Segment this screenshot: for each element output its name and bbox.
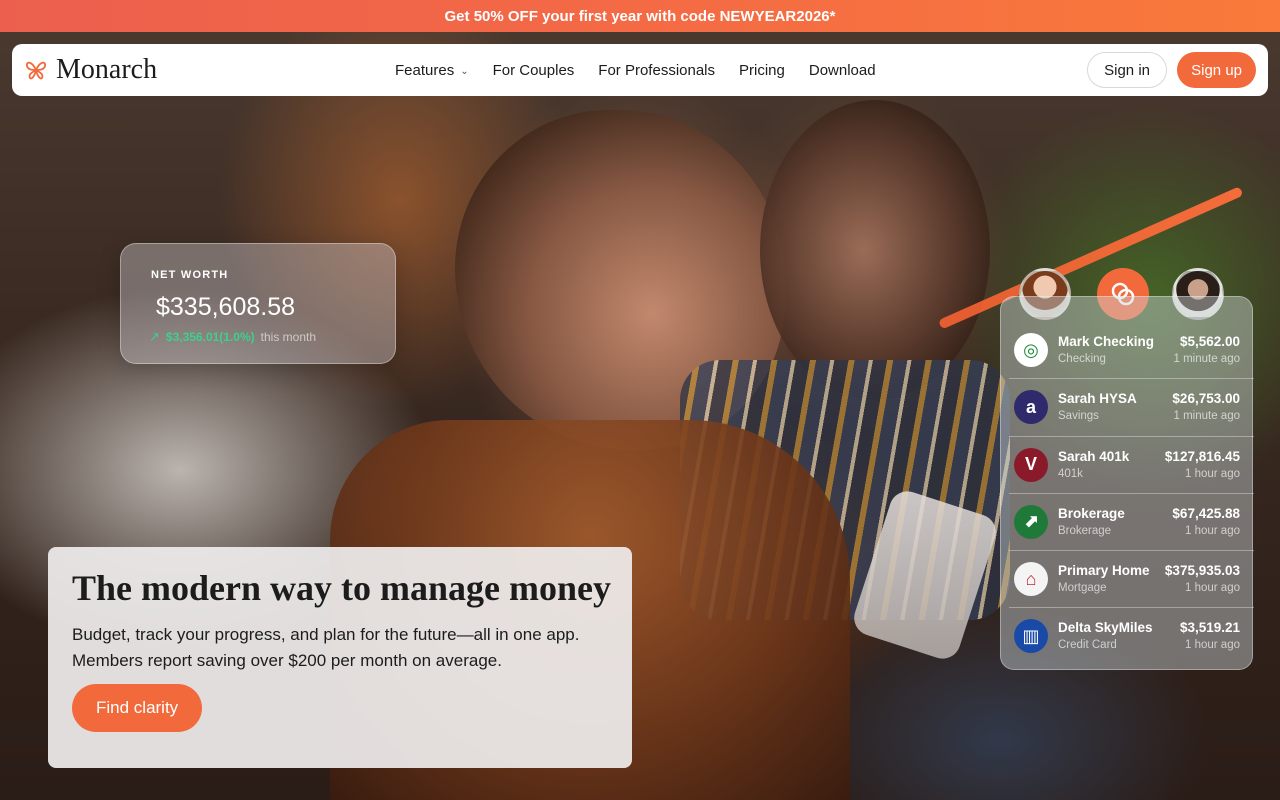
account-row: ◎ Mark Checking Checking $5,562.00 1 min… (1009, 322, 1254, 380)
net-worth-value: $335,608.58 (156, 293, 296, 321)
net-worth-delta: $3,356.01(1.0%) (165, 330, 255, 344)
account-row: ⬈ Brokerage Brokerage $67,425.88 1 hour … (1009, 494, 1254, 552)
bank-circle-icon: ◎ (1014, 333, 1048, 367)
accounts-panel: ◎ Mark Checking Checking $5,562.00 1 min… (1000, 296, 1254, 670)
hero-title: The modern way to manage money (72, 568, 611, 608)
top-navigation: Monarch Features ⌄ For Couples For Profe… (12, 44, 1268, 96)
nav-link-label: Pricing (739, 61, 785, 79)
promo-banner[interactable]: Get 50% OFF your first year with code NE… (0, 0, 1280, 32)
account-type: Checking (1058, 353, 1106, 365)
account-name: Primary Home (1058, 563, 1150, 579)
hero-description: Budget, track your progress, and plan fo… (72, 625, 580, 670)
account-amount: $3,519.21 (1179, 620, 1240, 636)
nav-link-for-couples[interactable]: For Couples (493, 62, 575, 79)
brand-name: Monarch (56, 54, 158, 85)
account-row: ▥ Delta SkyMiles Credit Card $3,519.21 1… (1009, 608, 1254, 665)
account-type: Brokerage (1058, 524, 1112, 537)
hero-card: The modern way to manage money Budget, t… (48, 547, 632, 768)
account-updated: 1 minute ago (1173, 353, 1241, 365)
net-worth-card: NET WORTH $335,608.58 ↗ $3,356.01(1.0%) … (120, 243, 396, 364)
account-name: Mark Checking (1058, 334, 1155, 349)
chevron-down-icon: ⌄ (460, 65, 469, 77)
account-name: Brokerage (1058, 505, 1125, 521)
letter-v-icon: V (1014, 447, 1048, 482)
find-clarity-button[interactable]: Find clarity (72, 684, 203, 732)
nav-link-label: For Professionals (598, 61, 716, 79)
account-amount: $5,562.00 (1179, 334, 1240, 349)
account-type: Mortgage (1058, 582, 1107, 595)
account-row: ⌂ Primary Home Mortgage $375,935.03 1 ho… (1009, 551, 1254, 609)
arrow-up-right-icon: ↗ (149, 329, 160, 344)
account-updated: 1 minute ago (1173, 410, 1241, 423)
nav-link-label: For Couples (492, 61, 575, 79)
account-type: 401k (1058, 467, 1083, 480)
account-amount: $127,816.45 (1164, 448, 1240, 464)
nav-link-download[interactable]: Download (809, 62, 876, 79)
photo-man (760, 100, 990, 400)
net-worth-period: this month (260, 330, 316, 344)
nav-link-for-professionals[interactable]: For Professionals (598, 62, 715, 79)
nav-link-features[interactable]: Features ⌄ (395, 62, 469, 79)
net-worth-change: ↗ $3,356.01(1.0%) this month (149, 329, 316, 345)
account-row: V Sarah 401k 401k $127,816.45 1 hour ago (1009, 437, 1254, 494)
nav-link-pricing[interactable]: Pricing (739, 62, 785, 79)
account-name: Delta SkyMiles (1058, 620, 1153, 636)
account-type: Credit Card (1058, 639, 1117, 652)
brand-logo-link[interactable]: Monarch (24, 54, 157, 86)
account-amount: $26,753.00 (1172, 391, 1240, 407)
nav-links: Features ⌄ For Couples For Professionals… (395, 44, 876, 96)
sign-up-button[interactable]: Sign up (1177, 52, 1256, 88)
account-updated: 1 hour ago (1185, 582, 1240, 595)
house-icon: ⌂ (1014, 562, 1048, 597)
chart-arrow-icon: ⬈ (1014, 504, 1048, 539)
card-icon: ▥ (1014, 619, 1048, 654)
account-updated: 1 hour ago (1185, 524, 1240, 537)
account-name: Sarah HYSA (1058, 391, 1137, 407)
nav-link-label: Download (808, 61, 876, 79)
account-updated: 1 hour ago (1185, 467, 1240, 480)
promo-text: Get 50% OFF your first year with code NE… (444, 7, 836, 25)
account-type: Savings (1058, 410, 1099, 423)
account-name: Sarah 401k (1058, 448, 1130, 464)
sign-in-button[interactable]: Sign in (1087, 52, 1167, 88)
account-amount: $375,935.03 (1164, 563, 1240, 579)
account-row: a Sarah HYSA Savings $26,753.00 1 minute… (1009, 379, 1254, 437)
net-worth-label: NET WORTH (151, 269, 229, 281)
butterfly-logo-icon (26, 61, 46, 80)
nav-link-label: Features (395, 61, 455, 79)
account-updated: 1 hour ago (1185, 639, 1240, 652)
account-amount: $67,425.88 (1172, 505, 1240, 521)
letter-a-icon: a (1014, 390, 1048, 425)
